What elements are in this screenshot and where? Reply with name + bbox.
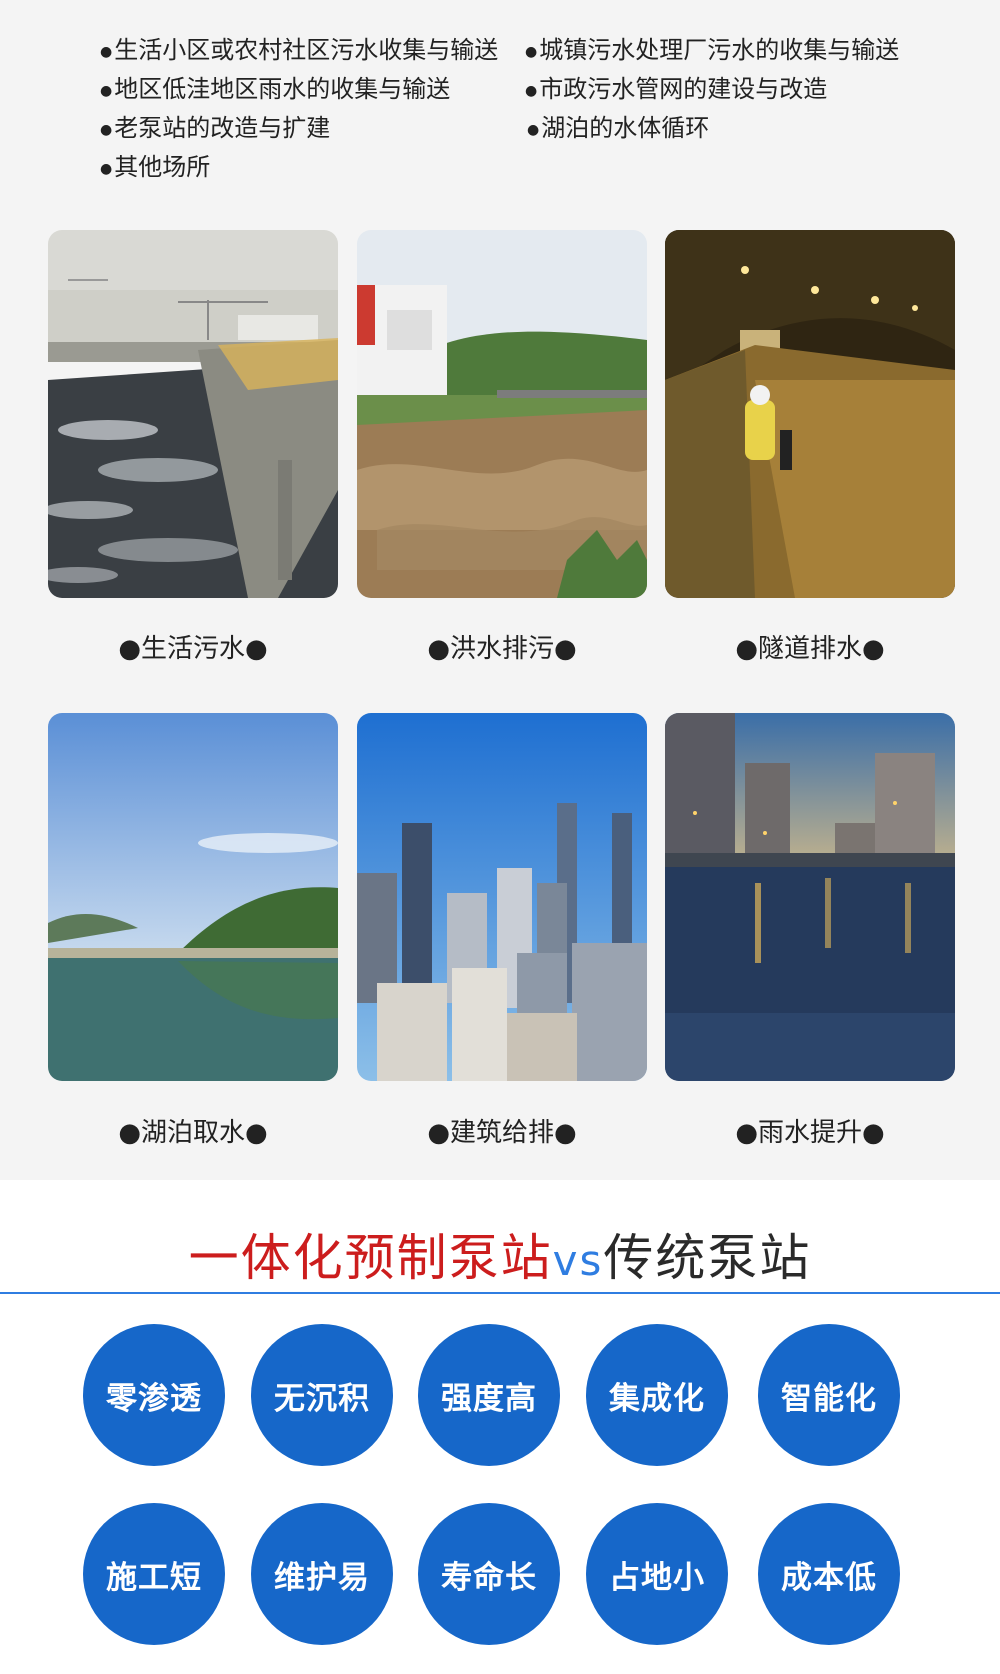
application-item: 其他场所 — [100, 151, 210, 187]
feature-badge: 维护易 — [251, 1503, 393, 1645]
lake-photo — [48, 713, 338, 1081]
application-item: 城镇污水处理厂污水的收集与输送 — [525, 34, 899, 70]
flood-river-photo — [357, 230, 647, 598]
application-item: 市政污水管网的建设与改造 — [525, 73, 827, 109]
scene-caption: ●湖泊取水● — [118, 1118, 268, 1148]
feature-badge: 无沉积 — [251, 1324, 393, 1466]
feature-badge: 零渗透 — [83, 1324, 225, 1466]
feature-badge: 集成化 — [586, 1324, 728, 1466]
sewage-treatment-photo — [48, 230, 338, 598]
tunnel-drainage-photo — [665, 230, 955, 598]
application-item: 湖泊的水体循环 — [527, 112, 709, 148]
scene-caption: ●生活污水● — [118, 634, 268, 664]
feature-badge: 寿命长 — [418, 1503, 560, 1645]
application-item: 地区低洼地区雨水的收集与输送 — [100, 73, 450, 109]
scene-caption: ●洪水排污● — [427, 634, 577, 664]
scene-caption: ●雨水提升● — [735, 1118, 885, 1148]
title-divider — [0, 1292, 1000, 1294]
title-integrated-station: 一体化预制泵站 — [188, 1229, 553, 1287]
title-traditional-station: 传统泵站 — [603, 1229, 812, 1287]
feature-badge: 占地小 — [586, 1503, 728, 1645]
feature-badge: 强度高 — [418, 1324, 560, 1466]
scene-caption: ●建筑给排● — [427, 1118, 577, 1148]
scene-caption: ●隧道排水● — [735, 634, 885, 664]
feature-badge: 智能化 — [758, 1324, 900, 1466]
feature-badge: 成本低 — [758, 1503, 900, 1645]
feature-badge: 施工短 — [83, 1503, 225, 1645]
title-vs: vs — [552, 1236, 604, 1285]
comparison-title: 一体化预制泵站vs传统泵站 — [0, 1218, 1000, 1290]
rainwater-street-photo — [665, 713, 955, 1081]
application-item: 生活小区或农村社区污水收集与输送 — [100, 34, 498, 70]
application-item: 老泵站的改造与扩建 — [100, 112, 330, 148]
city-buildings-photo — [357, 713, 647, 1081]
